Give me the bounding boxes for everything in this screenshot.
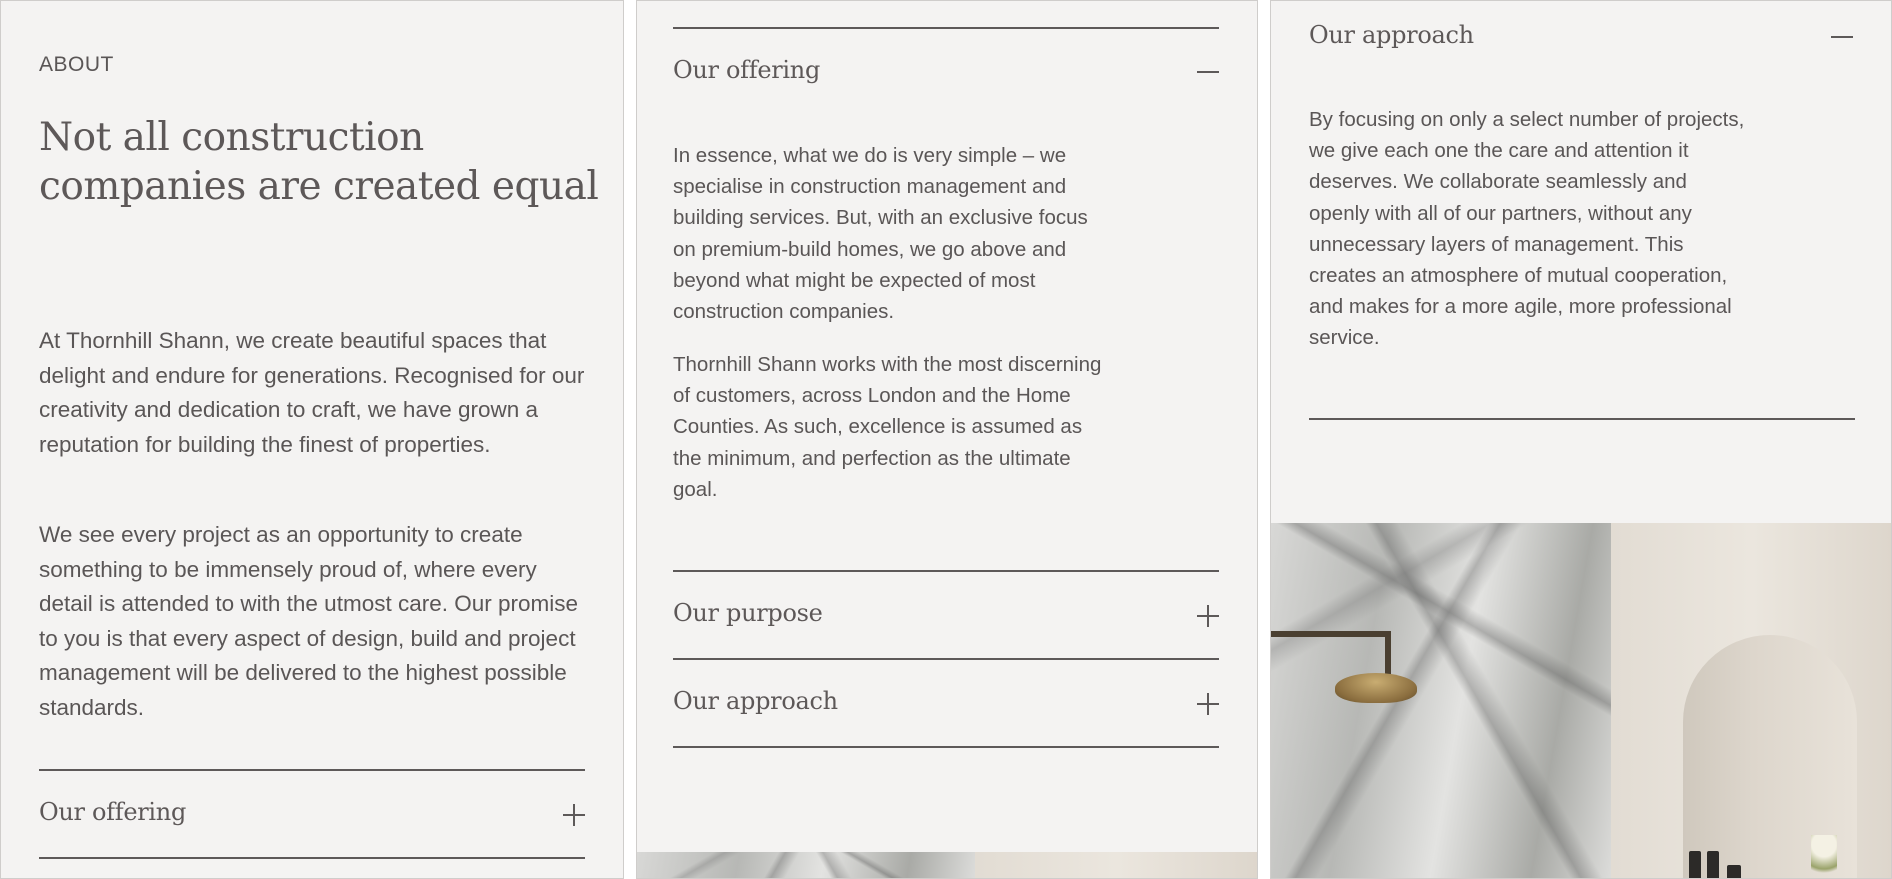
accordion-divider: [673, 746, 1219, 748]
accordion-purpose-title: Our purpose: [673, 599, 823, 627]
approach-panel: Our approach By focusing on only a selec…: [1270, 0, 1892, 879]
flower-vase: [1811, 835, 1837, 878]
soap-bottle: [1689, 851, 1701, 878]
niche-wall-image: [975, 852, 1257, 878]
accordion-divider: [39, 769, 585, 771]
accordion-offering-title: Our offering: [673, 56, 821, 84]
accordion-divider: [1309, 418, 1855, 420]
offering-panel: Our offering In essence, what we do is v…: [636, 0, 1258, 879]
accordion-divider: [673, 658, 1219, 660]
section-eyebrow: ABOUT: [39, 53, 114, 76]
accordion-divider: [673, 27, 1219, 29]
accordion-approach-title: Our approach: [673, 687, 838, 715]
plus-icon[interactable]: [1197, 605, 1219, 627]
customers-paragraph: Thornhill Shann works with the most disc…: [673, 353, 1102, 501]
accordion-approach-title: Our approach: [1309, 21, 1474, 49]
accordion-divider: [39, 857, 585, 859]
soap-bottle: [1707, 851, 1719, 878]
soap-bottle: [1727, 865, 1741, 878]
about-panel: ABOUT Not all construction companies are…: [0, 0, 624, 879]
marble-wall-image: [1271, 523, 1611, 878]
intro-paragraph: At Thornhill Shann, we create beautiful …: [39, 328, 585, 457]
offering-paragraph: In essence, what we do is very simple – …: [673, 144, 1088, 324]
minus-icon[interactable]: [1197, 61, 1219, 83]
shower-pipe: [1385, 631, 1391, 679]
accordion-divider: [673, 570, 1219, 572]
accordion-offering-title: Our offering: [39, 798, 187, 826]
approach-paragraph: By focusing on only a select number of p…: [1309, 108, 1745, 350]
minus-icon[interactable]: [1831, 26, 1853, 48]
page-title: Not all construction companies are creat…: [39, 115, 599, 209]
shower-head: [1335, 673, 1417, 703]
shower-arm: [1271, 631, 1391, 637]
bathroom-photo: [1271, 523, 1891, 878]
marble-shower-image: [637, 852, 975, 878]
plus-icon[interactable]: [1197, 693, 1219, 715]
plus-icon[interactable]: [563, 804, 585, 826]
promise-paragraph: We see every project as an opportunity t…: [39, 522, 579, 720]
